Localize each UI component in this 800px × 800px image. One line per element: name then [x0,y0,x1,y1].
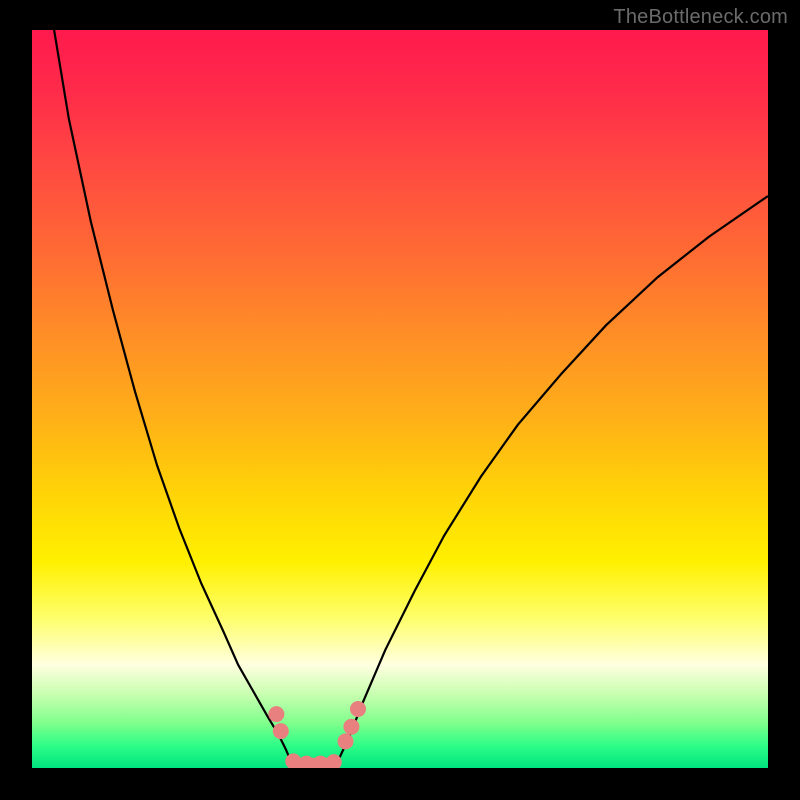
markers-group [268,701,366,768]
data-marker [350,701,366,717]
data-marker [338,733,354,749]
data-marker [299,756,315,768]
right-curve [337,196,768,762]
plot-area [32,30,768,768]
data-marker [343,719,359,735]
chart-frame: TheBottleneck.com [0,0,800,800]
chart-svg [32,30,768,768]
data-marker [268,706,284,722]
left-curve [54,30,291,762]
watermark-label: TheBottleneck.com [613,6,788,29]
data-marker [273,723,289,739]
